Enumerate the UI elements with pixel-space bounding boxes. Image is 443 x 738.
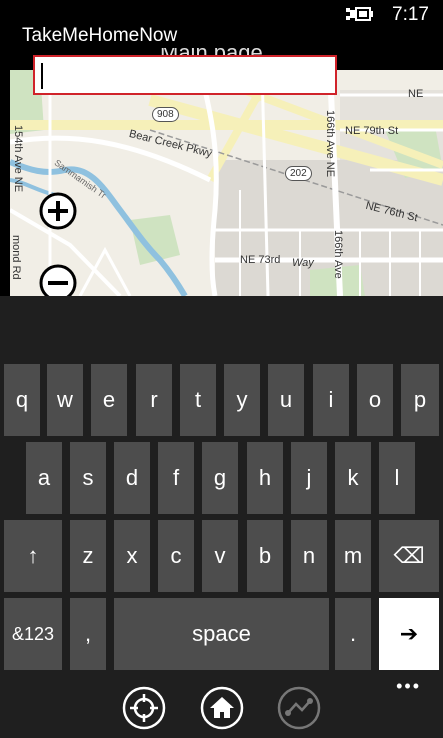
symbols-key[interactable]: &123: [4, 598, 62, 670]
key-e[interactable]: e: [91, 364, 127, 436]
search-box[interactable]: [33, 55, 337, 95]
key-m[interactable]: m: [335, 520, 371, 592]
more-button[interactable]: •••: [396, 676, 421, 697]
clock: 7:17: [392, 4, 429, 25]
onscreen-keyboard: q w e r t y u i o p a s d f g h j k l ↑ …: [0, 296, 443, 674]
key-d[interactable]: d: [114, 442, 150, 514]
space-bar[interactable]: space: [114, 598, 329, 670]
map-label-166th-ave-a: 166th Ave NE: [324, 110, 336, 178]
key-f[interactable]: f: [158, 442, 194, 514]
map-label-ne-79th: NE 79th St: [345, 125, 399, 137]
key-c[interactable]: c: [158, 520, 194, 592]
key-o[interactable]: o: [357, 364, 393, 436]
key-b[interactable]: b: [247, 520, 283, 592]
key-w[interactable]: w: [47, 364, 83, 436]
zoom-in-icon[interactable]: [38, 191, 78, 231]
text-caret: [41, 63, 43, 89]
key-q[interactable]: q: [4, 364, 40, 436]
route-202-shield: 202: [285, 166, 312, 181]
key-v[interactable]: v: [202, 520, 238, 592]
map-label-ne-top: NE: [408, 88, 424, 100]
key-g[interactable]: g: [202, 442, 238, 514]
key-y[interactable]: y: [224, 364, 260, 436]
route-icon[interactable]: [277, 686, 321, 730]
route-908-shield: 908: [152, 107, 179, 122]
key-h[interactable]: h: [247, 442, 283, 514]
period-key[interactable]: .: [335, 598, 371, 670]
key-t[interactable]: t: [180, 364, 216, 436]
key-u[interactable]: u: [268, 364, 304, 436]
key-p[interactable]: p: [401, 364, 439, 436]
map-label-166th-ave-b: 166th Ave: [332, 230, 344, 279]
key-z[interactable]: z: [70, 520, 106, 592]
backspace-key[interactable]: ⌫: [379, 520, 439, 592]
map-label-154th-ave: 154th Ave NE: [12, 125, 24, 193]
key-l[interactable]: l: [379, 442, 415, 514]
key-j[interactable]: j: [291, 442, 327, 514]
key-n[interactable]: n: [291, 520, 327, 592]
battery-charging-icon: [346, 7, 373, 21]
crosshair-icon[interactable]: [122, 686, 166, 730]
shift-key[interactable]: ↑: [4, 520, 62, 592]
key-x[interactable]: x: [114, 520, 150, 592]
enter-key[interactable]: ➔: [379, 598, 439, 670]
home-icon[interactable]: [200, 686, 244, 730]
key-s[interactable]: s: [70, 442, 106, 514]
app-bar: •••: [0, 674, 443, 738]
map-label-ne-73rd: NE 73rd: [240, 254, 281, 266]
key-a[interactable]: a: [26, 442, 62, 514]
map-label-way: Way: [292, 257, 314, 269]
app-title: TakeMeHomeNow: [22, 25, 178, 46]
comma-key[interactable]: ,: [70, 598, 106, 670]
key-i[interactable]: i: [313, 364, 349, 436]
status-bar: 7:17: [0, 0, 443, 28]
key-r[interactable]: r: [136, 364, 172, 436]
key-k[interactable]: k: [335, 442, 371, 514]
search-input[interactable]: [35, 57, 335, 93]
map-label-mond-rd: mond Rd: [10, 235, 22, 280]
